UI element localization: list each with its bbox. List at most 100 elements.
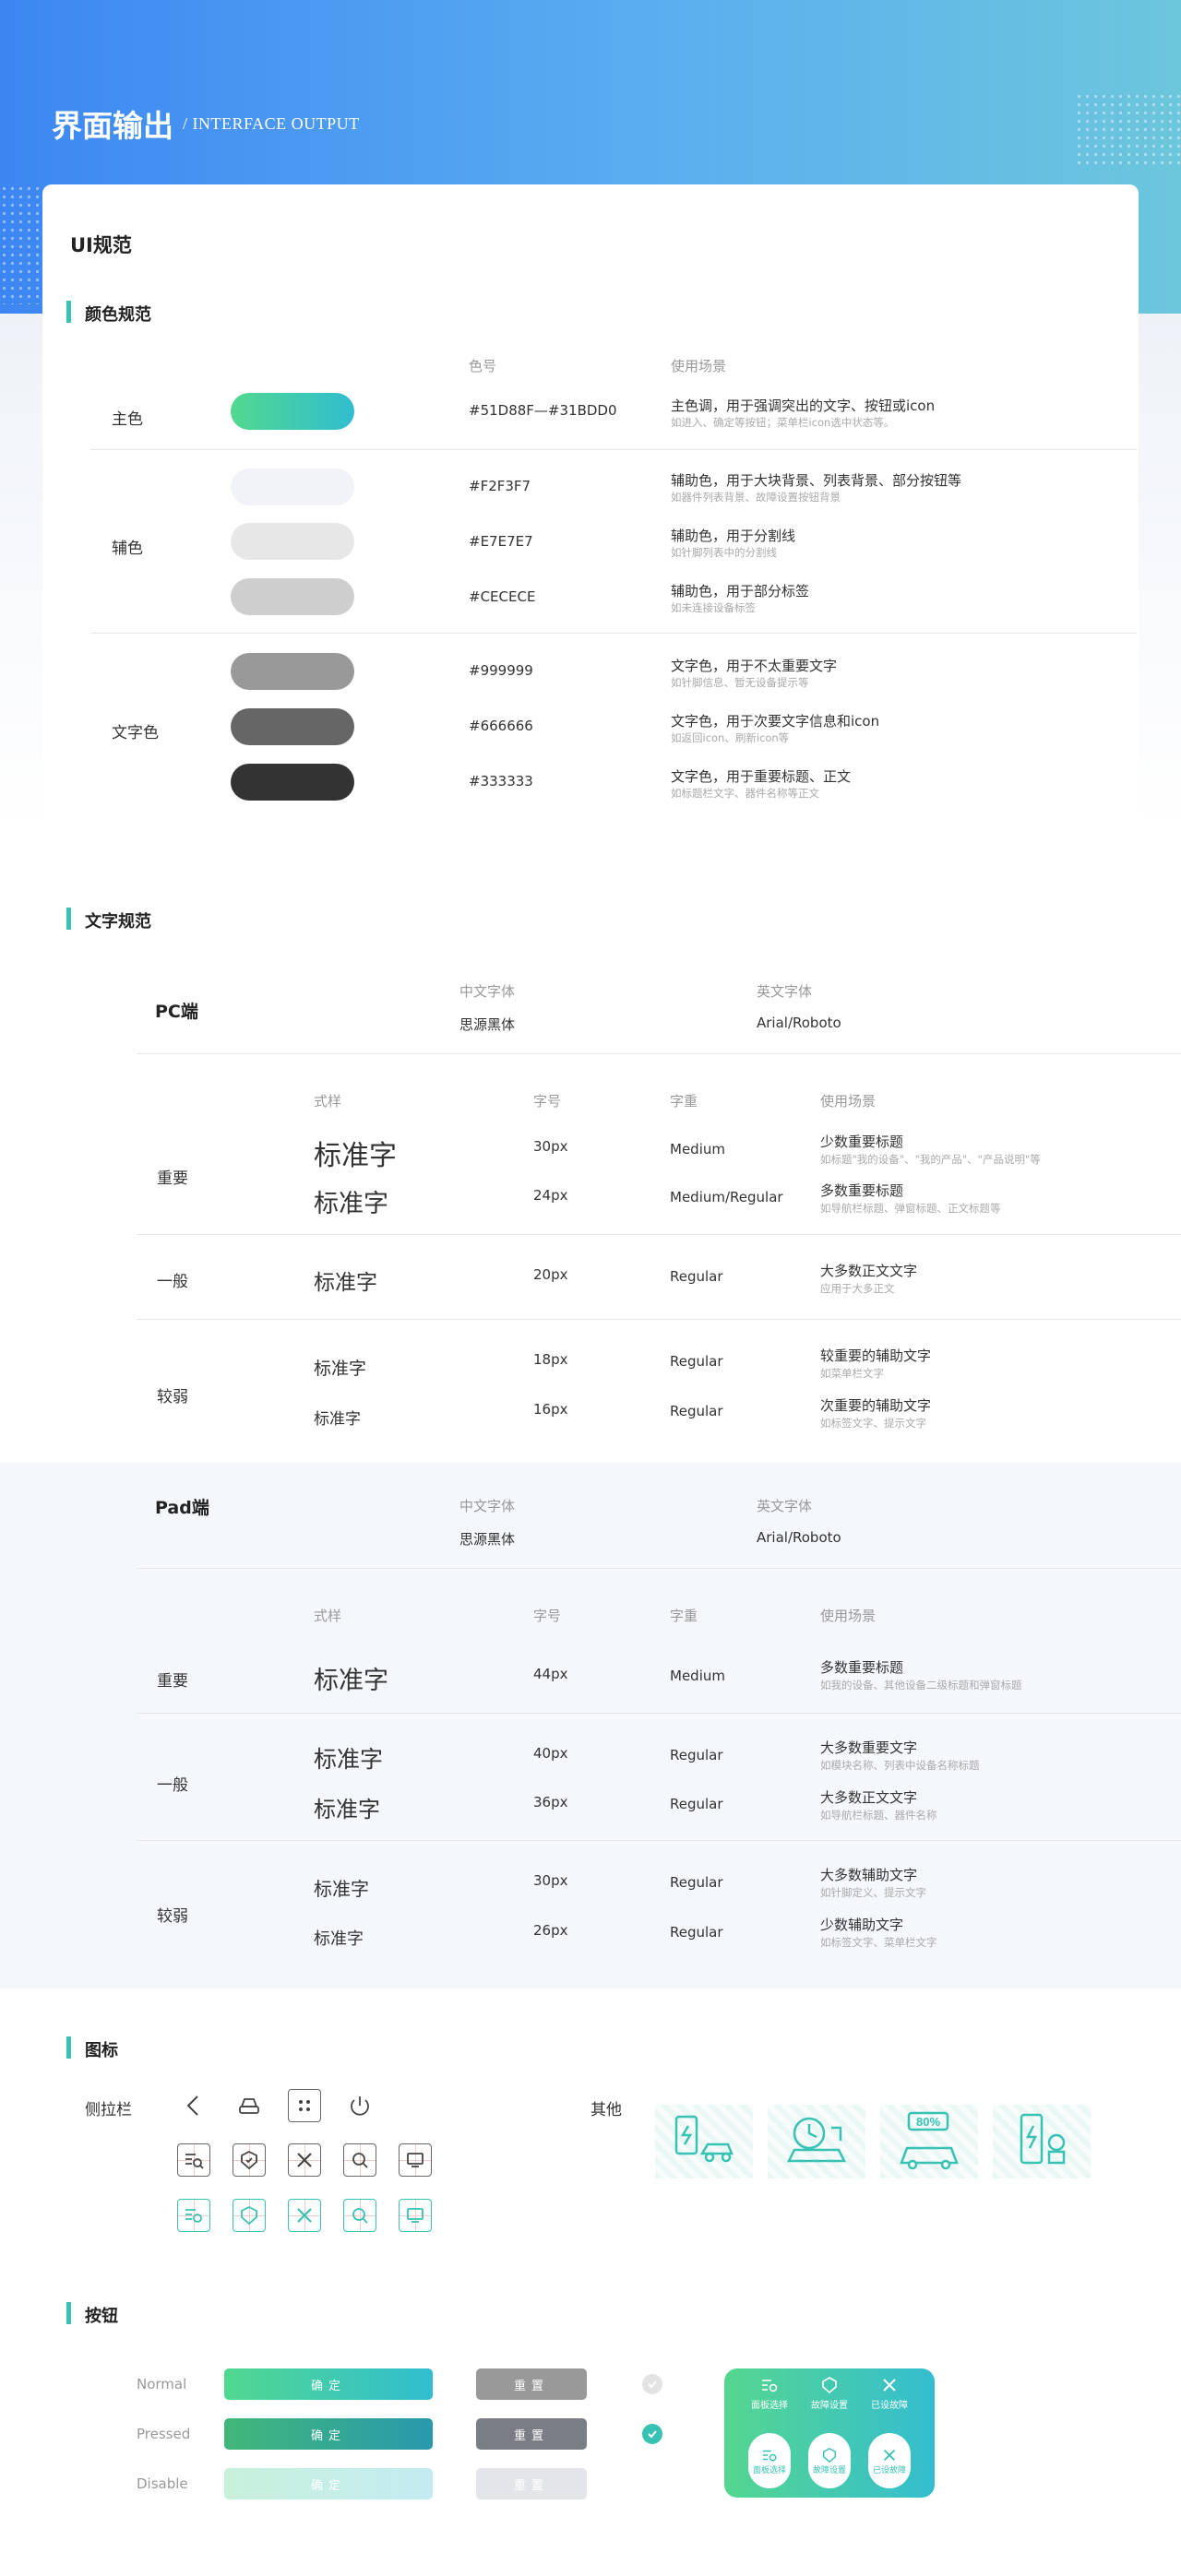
pad-en-font: Arial/Roboto <box>757 1529 841 1546</box>
col-size-header: 字号 <box>533 1093 562 1110</box>
tab-label: 故障设置 <box>811 2401 848 2411</box>
type-usage: 次重要的辅助文字 <box>820 1397 932 1414</box>
pc-en-font-label: 英文字体 <box>757 983 813 1000</box>
col-usage-header: 使用场景 <box>671 358 727 374</box>
check-icon[interactable] <box>642 2424 662 2444</box>
col-code-header: 色号 <box>469 358 497 374</box>
button-section-title: 按钮 <box>85 2307 118 2326</box>
confirm-button-disabled[interactable]: 确定 <box>224 2468 433 2499</box>
section-marker <box>66 2036 71 2059</box>
auxiliary-color-note: 如器件列表背景、故障设置按钮背景 <box>671 491 841 504</box>
pc-group-label: 较弱 <box>157 1388 188 1407</box>
reset-button-disabled[interactable]: 重置 <box>476 2468 587 2499</box>
type-sample: 标准字 <box>314 1929 364 1949</box>
reset-button-normal[interactable]: 重置 <box>476 2368 587 2400</box>
tab-label: 已设故障 <box>872 2465 906 2475</box>
type-note: 如标题"我的设备"、"我的产品"、"产品说明"等 <box>820 1153 1041 1166</box>
grid-icon <box>288 2089 321 2122</box>
search-refresh-icon <box>343 2143 376 2177</box>
type-size: 30px <box>533 1138 568 1155</box>
pc-cn-font-label: 中文字体 <box>459 983 516 1000</box>
pad-title: Pad端 <box>155 1498 209 1518</box>
confirm-button-normal[interactable]: 确定 <box>224 2368 433 2400</box>
auxiliary-color-swatch <box>231 523 354 560</box>
type-weight: Regular <box>670 1403 723 1419</box>
tab-panel-select[interactable]: 面板选择 <box>742 2376 797 2411</box>
type-usage: 大多数正文文字 <box>820 1263 918 1279</box>
section-marker <box>66 2302 71 2324</box>
color-section-title: 颜色规范 <box>85 305 151 325</box>
type-sample: 标准字 <box>314 1878 369 1900</box>
divider <box>137 1713 1181 1714</box>
tab-set-faults[interactable]: 已设故障 <box>862 2376 917 2411</box>
type-usage: 较重要的辅助文字 <box>820 1347 932 1364</box>
tab-set-faults-selected[interactable]: 已设故障 <box>868 2433 911 2488</box>
reset-button-pressed[interactable]: 重置 <box>476 2418 587 2450</box>
pc-en-font: Arial/Roboto <box>757 1015 841 1031</box>
power-icon <box>343 2089 376 2122</box>
auxiliary-color-note: 如未连接设备标签 <box>671 601 756 614</box>
monitor-icon <box>399 2199 432 2232</box>
shield-check-icon <box>822 2447 837 2463</box>
pc-cn-font: 思源黑体 <box>459 1016 516 1033</box>
type-sample: 标准字 <box>314 1271 377 1295</box>
confirm-button-pressed[interactable]: 确定 <box>224 2418 433 2450</box>
type-sample: 标准字 <box>314 1797 380 1822</box>
battery-car-icon: 80% <box>880 2105 978 2178</box>
tab-label: 面板选择 <box>752 2465 786 2475</box>
state-label-disable: Disable <box>137 2475 188 2492</box>
type-note: 应用于大多正文 <box>820 1282 895 1295</box>
type-sample: 标准字 <box>314 1140 397 1172</box>
check-icon[interactable] <box>642 2374 662 2394</box>
type-size: 36px <box>533 1794 568 1810</box>
tab-label: 面板选择 <box>751 2401 788 2411</box>
text-color-swatch <box>231 653 354 690</box>
tab-fault-settings-selected[interactable]: 故障设置 <box>808 2433 851 2488</box>
col-usage-header: 使用场景 <box>820 1093 877 1110</box>
divider <box>90 633 1137 634</box>
type-sample: 标准字 <box>314 1410 361 1429</box>
text-color-note: 如针脚信息、暂无设备提示等 <box>671 676 809 689</box>
col-size-header: 字号 <box>533 1608 562 1624</box>
tab-fault-settings[interactable]: 故障设置 <box>802 2376 857 2411</box>
divider <box>137 1234 1181 1235</box>
divider <box>90 449 1137 450</box>
tab-label: 已设故障 <box>871 2401 908 2411</box>
pad-group-label: 较弱 <box>157 1907 188 1926</box>
text-color-code: #666666 <box>469 718 533 734</box>
auxiliary-color-usage: 辅助色，用于分割线 <box>671 528 796 544</box>
tools-icon <box>288 2143 321 2177</box>
auxiliary-color-swatch <box>231 578 354 615</box>
auxiliary-color-code: #E7E7E7 <box>469 533 533 550</box>
pad-en-font-label: 英文字体 <box>757 1498 813 1514</box>
type-usage: 大多数辅助文字 <box>820 1867 918 1883</box>
list-search-icon <box>177 2199 210 2232</box>
text-color-usage: 文字色，用于不太重要文字 <box>671 658 838 674</box>
tab-panel-select-selected[interactable]: 面板选择 <box>748 2433 791 2488</box>
type-size: 16px <box>533 1401 568 1418</box>
type-weight: Regular <box>670 1874 723 1891</box>
type-usage: 少数辅助文字 <box>820 1917 904 1933</box>
type-size: 44px <box>533 1666 568 1682</box>
type-usage: 大多数正文文字 <box>820 1789 918 1806</box>
type-weight: Medium <box>670 1141 725 1157</box>
text-color-usage: 文字色，用于次要文字信息和icon <box>671 713 880 730</box>
type-size: 30px <box>533 1872 568 1889</box>
page-title: 界面输出 <box>52 108 173 144</box>
type-size: 20px <box>533 1266 568 1283</box>
section-marker <box>66 301 71 323</box>
car-icon <box>233 2089 266 2122</box>
type-sample: 标准字 <box>314 1359 367 1379</box>
shield-check-icon <box>233 2143 266 2177</box>
tools-icon <box>883 2379 896 2392</box>
dot-pattern-right <box>1075 92 1181 166</box>
type-usage: 多数重要标题 <box>820 1182 904 1199</box>
type-weight: Regular <box>670 1924 723 1941</box>
auxiliary-color-note: 如针脚列表中的分割线 <box>671 546 777 559</box>
type-size: 18px <box>533 1351 568 1368</box>
type-sample: 标准字 <box>314 1746 384 1773</box>
text-color-note: 如标题栏文字、器件名称等正文 <box>671 787 819 800</box>
section-marker <box>66 908 71 930</box>
tools-icon <box>288 2199 321 2232</box>
primary-color-usage: 主色调，用于强调突出的文字、按钮或icon <box>671 398 936 414</box>
